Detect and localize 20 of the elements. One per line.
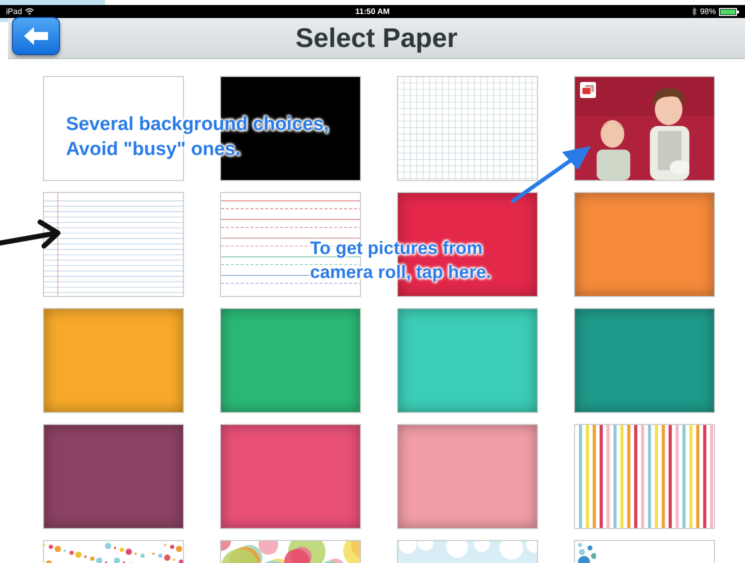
paper-tile[interactable]	[574, 192, 715, 297]
bluetooth-icon	[692, 7, 697, 16]
paper-tile[interactable]	[574, 308, 715, 413]
paper-tile[interactable]	[397, 308, 538, 413]
back-button[interactable]	[12, 17, 60, 55]
paper-tile[interactable]	[43, 308, 184, 413]
paper-tile[interactable]	[43, 424, 184, 529]
wifi-icon	[25, 8, 34, 15]
status-time: 11:50 AM	[355, 7, 390, 16]
corner-dot-pattern	[576, 542, 596, 563]
left-arrow-icon	[24, 27, 48, 45]
photo-gallery-icon[interactable]	[580, 82, 596, 98]
device-name: iPad	[6, 7, 22, 16]
battery-icon	[719, 8, 739, 16]
battery-percent: 98%	[700, 7, 716, 16]
paper-tile[interactable]	[220, 308, 361, 413]
paper-tile[interactable]	[220, 424, 361, 529]
annotation-arrow	[0, 220, 60, 248]
screen-title: Select Paper	[295, 22, 458, 54]
paper-tile[interactable]	[397, 424, 538, 529]
